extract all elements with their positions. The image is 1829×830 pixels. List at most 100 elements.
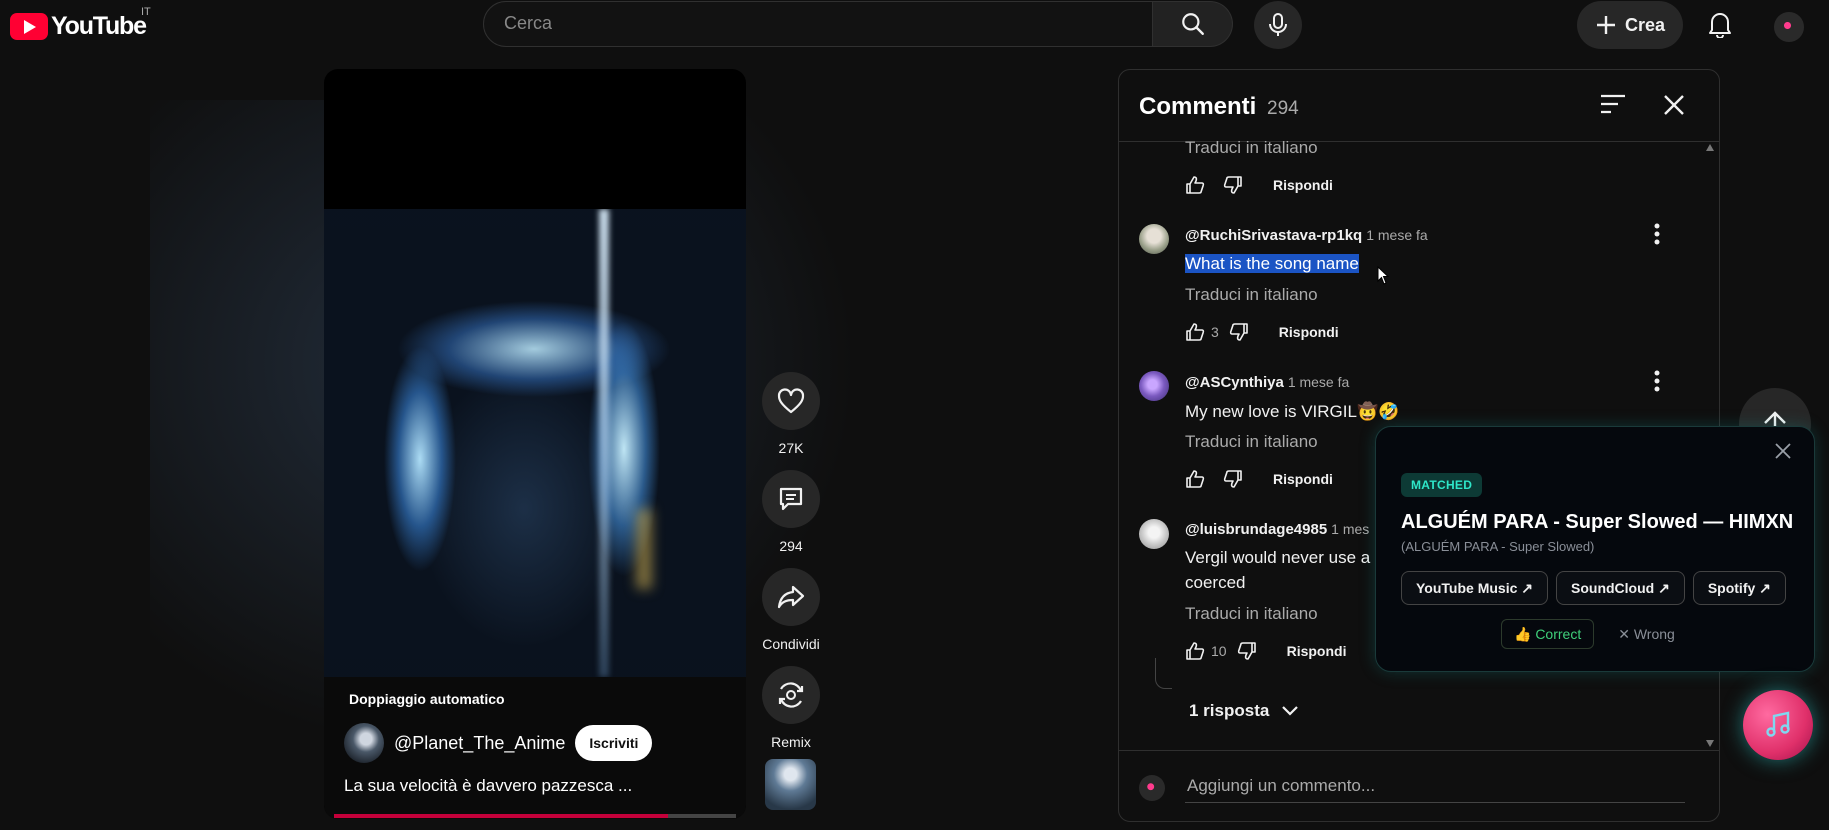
share-button[interactable]: [762, 568, 820, 626]
thumbs-up-icon[interactable]: [1185, 322, 1205, 342]
video-progress-bar[interactable]: [334, 814, 736, 818]
voice-search-button[interactable]: [1254, 1, 1302, 49]
region-code: IT: [141, 6, 151, 18]
mouse-cursor-icon: [1377, 266, 1390, 285]
video-frame-detail: [636, 509, 652, 589]
account-avatar[interactable]: [1774, 12, 1804, 42]
logo-wordmark: YouTube: [51, 12, 147, 40]
reply-button[interactable]: Rispondi: [1279, 324, 1339, 340]
comment-author[interactable]: @RuchiSrivastava-rp1kq 1 mese fa: [1185, 227, 1428, 244]
comment-author[interactable]: @luisbrundage4985 1 mes: [1185, 521, 1369, 538]
comments-button[interactable]: [762, 470, 820, 528]
channel-avatar[interactable]: [344, 723, 384, 763]
comment-avatar[interactable]: [1139, 519, 1169, 549]
thumbs-down-icon[interactable]: [1237, 641, 1257, 661]
wrong-button[interactable]: ✕ Wrong: [1618, 626, 1675, 643]
top-bar: YouTube IT Crea: [0, 0, 1829, 64]
close-popup-icon[interactable]: [1771, 439, 1795, 463]
like-count: 10: [1211, 643, 1227, 659]
streaming-links: YouTube Music ↗ SoundCloud ↗ Spotify ↗: [1401, 571, 1786, 605]
create-button[interactable]: Crea: [1577, 1, 1683, 49]
comment-actions: 3 Rispondi: [1185, 322, 1339, 342]
thumbs-up-icon[interactable]: [1185, 175, 1205, 195]
show-replies-button[interactable]: 1 risposta: [1189, 701, 1299, 721]
like-action: 27K: [761, 372, 821, 456]
channel-name[interactable]: @Planet_The_Anime: [394, 733, 565, 754]
comment-author[interactable]: @ASCynthiya 1 mese fa: [1185, 374, 1349, 391]
song-match-popup: MATCHED ALGUÉM PARA - Super Slowed — HIM…: [1375, 426, 1815, 672]
search-button[interactable]: [1153, 1, 1233, 47]
search-icon: [1181, 13, 1204, 35]
translate-link[interactable]: Traduci in italiano: [1185, 138, 1318, 158]
notifications-button[interactable]: [1700, 4, 1740, 44]
translate-link[interactable]: Traduci in italiano: [1185, 604, 1318, 624]
channel-row: @Planet_The_Anime Iscriviti: [344, 723, 653, 763]
soundcloud-link[interactable]: SoundCloud ↗: [1556, 571, 1685, 605]
like-count: 27K: [778, 440, 804, 456]
video-frame-detail: [599, 209, 609, 677]
subscribe-button[interactable]: Iscriviti: [575, 725, 653, 761]
comment-time: 1 mese fa: [1287, 374, 1350, 390]
translate-link[interactable]: Traduci in italiano: [1185, 432, 1318, 452]
comments-count: 294: [1267, 98, 1299, 119]
like-button[interactable]: [762, 372, 820, 430]
remix-action: Remix: [761, 666, 821, 750]
heart-icon: [777, 388, 805, 414]
remix-label: Remix: [771, 734, 811, 750]
sort-icon[interactable]: [1599, 92, 1627, 116]
add-comment-input[interactable]: [1185, 770, 1685, 803]
matched-song-title: ALGUÉM PARA - Super Slowed — HIMXN: [1401, 511, 1794, 533]
youtube-logo[interactable]: YouTube IT: [10, 6, 151, 41]
correct-button[interactable]: 👍 Correct: [1501, 619, 1595, 649]
search-input[interactable]: [502, 12, 1106, 35]
share-label: Condividi: [762, 636, 820, 652]
close-icon[interactable]: [1659, 90, 1689, 120]
comments-action: 294: [761, 470, 821, 554]
scrollbar-down-arrow[interactable]: [1706, 740, 1714, 747]
reply-button[interactable]: Rispondi: [1273, 471, 1333, 487]
like-count: 3: [1211, 324, 1219, 340]
chevron-down-icon: [1282, 706, 1299, 716]
selected-text: What is the song name: [1185, 254, 1359, 273]
comment-avatar[interactable]: [1139, 224, 1169, 254]
create-label: Crea: [1624, 14, 1666, 35]
video-progress-fill: [334, 814, 668, 818]
shorts-video-player[interactable]: Doppiaggio automatico @Planet_The_Anime …: [324, 69, 746, 819]
thumbs-up-icon[interactable]: [1185, 641, 1205, 661]
translate-link[interactable]: Traduci in italiano: [1185, 285, 1318, 305]
reply-button[interactable]: Rispondi: [1287, 643, 1347, 659]
comment-time: 1 mes: [1331, 521, 1370, 537]
thumbs-up-icon[interactable]: [1185, 469, 1205, 489]
comments-title: Commenti: [1139, 93, 1257, 120]
comments-header: Commenti 294: [1119, 70, 1719, 142]
add-comment-bar: [1119, 750, 1719, 821]
video-caption[interactable]: La sua velocità è davvero pazzesca ...: [344, 776, 632, 796]
comment-actions: Rispondi: [1185, 469, 1333, 489]
search-box: [483, 1, 1153, 47]
more-options-icon[interactable]: [1653, 222, 1661, 246]
plus-icon: [1596, 16, 1615, 34]
comment-actions: 10 Rispondi: [1185, 641, 1346, 661]
comment-text: My new love is VIRGIL🤠🤣: [1185, 402, 1400, 421]
reply-button[interactable]: Rispondi: [1273, 177, 1333, 193]
thread-line: [1155, 658, 1172, 689]
scrollbar-up-arrow[interactable]: [1706, 144, 1714, 151]
audio-source-thumbnail[interactable]: [765, 759, 816, 810]
thumbs-down-icon[interactable]: [1223, 469, 1243, 489]
comment-text: What is the song name: [1185, 251, 1359, 276]
youtube-play-icon: [10, 13, 48, 40]
matched-song-subtitle: (ALGUÉM PARA - Super Slowed): [1401, 539, 1595, 554]
video-frame[interactable]: [324, 209, 746, 677]
spotify-link[interactable]: Spotify ↗: [1692, 571, 1786, 605]
share-action: Condividi: [761, 568, 821, 652]
comment-avatar[interactable]: [1139, 371, 1169, 401]
share-icon: [777, 585, 805, 609]
thumbs-down-icon[interactable]: [1229, 322, 1249, 342]
thumbs-down-icon[interactable]: [1223, 175, 1243, 195]
bell-icon: [1709, 13, 1731, 38]
youtube-music-link[interactable]: YouTube Music ↗: [1401, 571, 1548, 605]
remix-button[interactable]: [762, 666, 820, 724]
song-finder-button[interactable]: [1743, 690, 1813, 760]
more-options-icon[interactable]: [1653, 369, 1661, 393]
auto-dubbing-label[interactable]: Doppiaggio automatico: [349, 691, 505, 707]
